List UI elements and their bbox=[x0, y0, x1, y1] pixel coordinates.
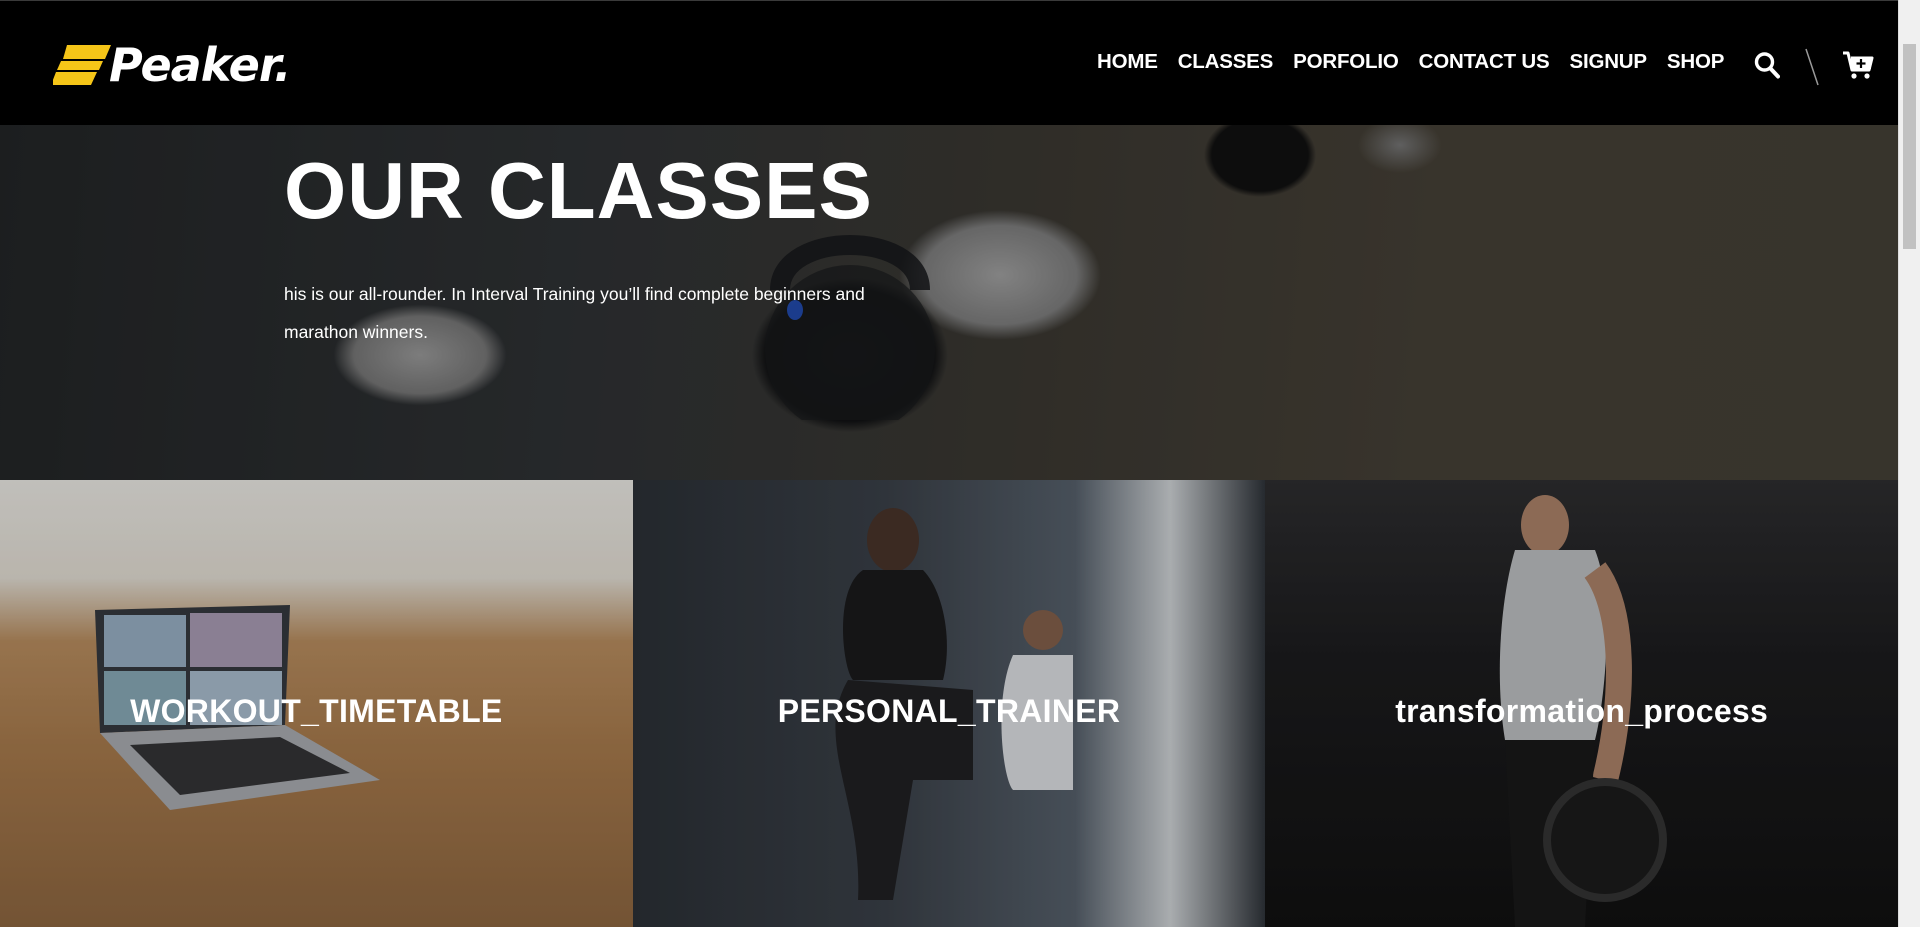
nav-signup[interactable]: SIGNUP bbox=[1569, 49, 1647, 75]
logo[interactable]: Peaker. bbox=[53, 38, 291, 92]
card-workout-timetable[interactable]: WORKOUT_TIMETABLE bbox=[0, 480, 633, 927]
hero-description: his is our all-rounder. In Interval Trai… bbox=[284, 284, 865, 342]
card-transformation-process[interactable]: transformation_process bbox=[1265, 480, 1899, 927]
brand-name: Peaker. bbox=[109, 38, 291, 92]
hero-banner: OUR CLASSES his is our all-rounder. In I… bbox=[0, 125, 1898, 480]
card-title: transformation_process bbox=[1395, 693, 1769, 729]
nav-portfolio[interactable]: PORFOLIO bbox=[1293, 49, 1399, 75]
divider-slash-icon bbox=[1805, 48, 1819, 86]
class-cards: WORKOUT_TIMETABLE PERSONAL_TRAINER trans… bbox=[0, 480, 1899, 927]
logo-mark-icon bbox=[53, 45, 111, 85]
nav-contact-us[interactable]: CONTACT US bbox=[1419, 49, 1550, 75]
card-personal-trainer[interactable]: PERSONAL_TRAINER bbox=[632, 480, 1266, 927]
nav-shop[interactable]: SHOP bbox=[1667, 49, 1724, 75]
main-nav: HOME CLASSES PORFOLIO CONTACT US SIGNUP … bbox=[1097, 49, 1724, 75]
page-title: OUR CLASSES bbox=[284, 146, 873, 235]
scrollbar-thumb[interactable] bbox=[1903, 44, 1916, 249]
cart-icon[interactable] bbox=[1842, 50, 1874, 80]
card-title: PERSONAL_TRAINER bbox=[777, 693, 1121, 729]
site-header: Peaker. HOME CLASSES PORFOLIO CONTACT US… bbox=[0, 0, 1898, 125]
nav-home[interactable]: HOME bbox=[1097, 49, 1158, 75]
card-title: WORKOUT_TIMETABLE bbox=[130, 693, 503, 729]
page-scrollbar[interactable] bbox=[1898, 0, 1920, 927]
nav-classes[interactable]: CLASSES bbox=[1178, 49, 1274, 75]
search-icon[interactable] bbox=[1754, 51, 1780, 79]
